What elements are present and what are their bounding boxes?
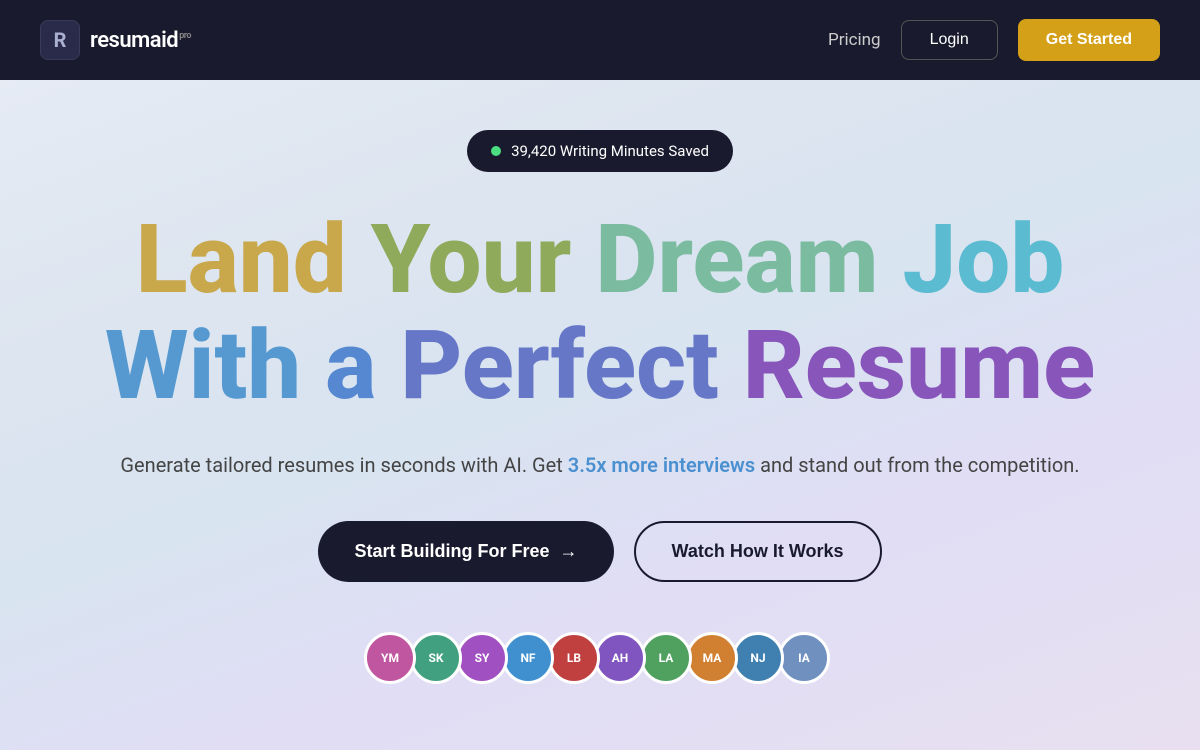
logo-icon: R	[40, 20, 80, 60]
word-job: Job	[902, 204, 1064, 316]
hero-line2: With a Perfect Resume	[105, 314, 1095, 420]
avatar-sk: SK	[410, 632, 462, 684]
watch-how-button[interactable]: Watch How It Works	[634, 521, 882, 582]
word-perfect: Perfect	[400, 310, 719, 422]
avatar-lb: LB	[548, 632, 600, 684]
avatar-sy: SY	[456, 632, 508, 684]
logo-beta: pro	[179, 31, 191, 41]
word-your: Your	[371, 204, 572, 316]
word-with: With	[105, 310, 301, 422]
logo-name-part2: aid	[150, 28, 178, 53]
avatar-ia: IA	[778, 632, 830, 684]
login-button[interactable]: Login	[901, 20, 998, 60]
hero-section: 39,420 Writing Minutes Saved Land Your D…	[0, 80, 1200, 684]
logo: R resumaidpro	[40, 20, 191, 60]
avatar-ah: AH	[594, 632, 646, 684]
nav-pricing-link[interactable]: Pricing	[828, 30, 881, 50]
word-dream: Dream	[595, 204, 878, 316]
avatar-ma: MA	[686, 632, 738, 684]
hero-subtitle: Generate tailored resumes in seconds wit…	[120, 449, 1079, 481]
avatar-la: LA	[640, 632, 692, 684]
word-resume: Resume	[743, 310, 1095, 422]
stats-badge: 39,420 Writing Minutes Saved	[467, 130, 733, 172]
hero-line1: Land Your Dream Job	[105, 208, 1095, 314]
navbar: R resumaidpro Pricing Login Get Started	[0, 0, 1200, 80]
subtitle-end: and stand out from the competition.	[755, 453, 1079, 477]
avatar-ym: YM	[364, 632, 416, 684]
subtitle-highlight[interactable]: 3.5x more interviews	[568, 453, 755, 477]
word-land: Land	[136, 204, 347, 316]
get-started-button[interactable]: Get Started	[1018, 19, 1160, 61]
start-building-button[interactable]: Start Building For Free →	[318, 521, 613, 582]
nav-right: Pricing Login Get Started	[828, 19, 1160, 61]
logo-name-part1: resum	[90, 28, 150, 53]
start-building-label: Start Building For Free	[354, 541, 549, 562]
avatar-nj: NJ	[732, 632, 784, 684]
stats-dot	[491, 146, 501, 156]
subtitle-start: Generate tailored resumes in seconds wit…	[120, 453, 567, 477]
avatar-nf: NF	[502, 632, 554, 684]
logo-letter: R	[54, 28, 67, 52]
avatars-row: YMSKSYNFLBAHLAMANJIA	[370, 632, 830, 684]
arrow-icon: →	[560, 541, 578, 562]
stats-text: 39,420 Writing Minutes Saved	[511, 142, 709, 160]
hero-title: Land Your Dream Job With a Perfect Resum…	[105, 208, 1095, 419]
hero-buttons: Start Building For Free → Watch How It W…	[318, 521, 881, 582]
word-a: a	[325, 310, 376, 422]
logo-text: resumaidpro	[90, 28, 191, 53]
